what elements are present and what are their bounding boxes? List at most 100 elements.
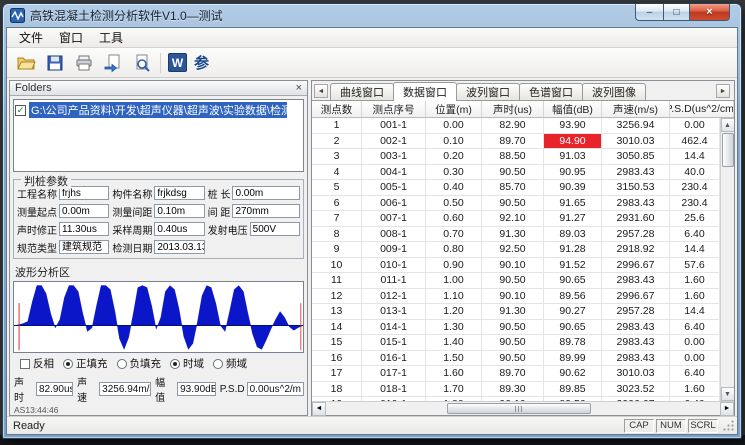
table-row[interactable]: 10010-10.9090.1091.522996.6757.6 [312, 258, 720, 274]
param-value-field[interactable]: frjkdsg [154, 186, 204, 200]
table-row[interactable]: 18018-11.7089.3089.853023.521.60 [312, 382, 720, 398]
horizontal-scroll-thumb[interactable] [447, 403, 590, 414]
menu-item-0[interactable]: 文件 [11, 28, 51, 47]
param-value-field[interactable]: 500V [250, 222, 300, 236]
tab-0[interactable]: 曲线窗口 [330, 83, 394, 100]
time-domain-label: 时域 [183, 356, 204, 371]
table-row[interactable]: 2002-10.1089.7094.903010.03462.4 [312, 134, 720, 150]
table-header-cell[interactable]: 声时(us) [482, 101, 544, 117]
param-value-field[interactable]: 11.30us [59, 222, 109, 236]
open-file-button[interactable] [15, 52, 37, 74]
table-row[interactable]: 12012-11.1090.1089.562996.671.60 [312, 289, 720, 305]
print-button[interactable] [73, 52, 95, 74]
table-row[interactable]: 6006-10.5090.5091.652983.43230.4 [312, 196, 720, 212]
table-row[interactable]: 16016-11.5090.5089.992983.430.00 [312, 351, 720, 367]
scroll-up-icon[interactable]: ▲ [721, 118, 735, 132]
table-row[interactable]: 17017-11.6089.7090.623010.036.40 [312, 366, 720, 382]
table-cell: 002-1 [362, 134, 426, 150]
param-value-field[interactable]: 0.00m [232, 186, 300, 200]
fill-negative-radio[interactable] [117, 359, 127, 369]
scroll-right-icon[interactable]: ► [720, 402, 734, 416]
param-field-2: 桩 长0.00m [208, 186, 300, 201]
tab-1[interactable]: 数据窗口 [393, 82, 457, 101]
tab-2[interactable]: 波列窗口 [456, 83, 520, 100]
table-row[interactable]: 5005-10.4085.7090.393150.53230.4 [312, 180, 720, 196]
table-row[interactable]: 14014-11.3090.5090.652983.436.40 [312, 320, 720, 336]
maximize-button[interactable]: □ [663, 4, 690, 21]
invert-label: 反相 [33, 356, 54, 371]
table-cell: 0.00 [670, 351, 720, 367]
readout-value-field[interactable]: 0.00us^2/m [247, 382, 304, 396]
tab-scroll-left-icon[interactable]: ◄ [314, 84, 328, 98]
tab-scroll-right-icon[interactable]: ► [716, 84, 730, 98]
scroll-left-icon[interactable]: ◄ [312, 402, 326, 416]
fill-positive-control[interactable]: 正填充 [63, 356, 108, 371]
table-cell: 89.70 [482, 134, 544, 150]
readout-value-field[interactable]: 93.90dB [177, 382, 216, 396]
table-row[interactable]: 11011-11.0090.5090.652983.431.60 [312, 273, 720, 289]
table-row[interactable]: 13013-11.2091.3090.272957.2814.4 [312, 304, 720, 320]
fill-positive-radio[interactable] [63, 359, 73, 369]
table-cell: 6 [312, 196, 362, 212]
invert-checkbox[interactable] [20, 359, 30, 369]
fill-negative-control[interactable]: 负填充 [117, 356, 162, 371]
tree-item-label[interactable]: G:\公司产品资料\开发\超声仪器\超声波\实验数据\检测时间cd\p003\p… [29, 102, 287, 118]
table-cell: 2983.43 [602, 165, 670, 181]
param-value-field[interactable]: 0.00m [59, 204, 109, 218]
scroll-down-icon[interactable]: ▼ [721, 387, 735, 401]
table-row[interactable]: 15015-11.4090.5089.782983.430.00 [312, 335, 720, 351]
print-preview-button[interactable] [131, 52, 153, 74]
table-cell: 007-1 [362, 211, 426, 227]
table-header-cell[interactable]: 位置(m) [426, 101, 482, 117]
table-header-cell[interactable]: P.S.D(us^2/cm) [670, 101, 734, 117]
table-cell: 0.00 [670, 118, 720, 134]
param-value-field[interactable]: 0.10m [154, 204, 204, 218]
table-header-cell[interactable]: 测点数 [312, 101, 362, 117]
readout-label: 声 速 [77, 374, 97, 404]
tab-4[interactable]: 波列图像 [582, 83, 646, 100]
resize-grip[interactable] [722, 419, 735, 432]
folders-close-icon[interactable]: × [296, 83, 302, 94]
time-domain-control[interactable]: 时域 [170, 356, 204, 371]
tree-item[interactable]: ✓ G:\公司产品资料\开发\超声仪器\超声波\实验数据\检测时间cd\p003… [15, 102, 302, 118]
parameters-button[interactable]: 参 [194, 52, 209, 73]
param-value-field[interactable]: 建筑规范 [59, 240, 109, 254]
table-header-cell[interactable]: 声速(m/s) [602, 101, 670, 117]
export-button[interactable] [102, 52, 124, 74]
horizontal-scrollbar[interactable]: ◄ ► [312, 401, 734, 415]
time-domain-radio[interactable] [170, 359, 180, 369]
param-value-field[interactable]: 2013.03.13 [154, 240, 204, 254]
checkbox-checked-icon[interactable]: ✓ [15, 105, 26, 116]
table-row[interactable]: 8008-10.7091.3089.032957.286.40 [312, 227, 720, 243]
titlebar[interactable]: 高铁混凝土检测分析软件V1.0—测试 – □ × [6, 4, 738, 27]
table-body: 1001-10.0082.9093.903256.940.002002-10.1… [312, 118, 734, 401]
table-header-cell[interactable]: 测点序号 [362, 101, 426, 117]
table-row[interactable]: 1001-10.0082.9093.903256.940.00 [312, 118, 720, 134]
freq-domain-control[interactable]: 频域 [213, 356, 247, 371]
menu-item-2[interactable]: 工具 [91, 28, 131, 47]
params-grid: 工程名称frjhs构件名称frjkdsg桩 长0.00m测量起点0.00m测量间… [17, 186, 300, 255]
table-row[interactable]: 7007-10.6092.1091.272931.6025.6 [312, 211, 720, 227]
table-row[interactable]: 9009-10.8092.5091.282918.9214.4 [312, 242, 720, 258]
freq-domain-radio[interactable] [213, 359, 223, 369]
table-cell: 3150.53 [602, 180, 670, 196]
table-row[interactable]: 3003-10.2088.5091.033050.8514.4 [312, 149, 720, 165]
vertical-scroll-thumb[interactable] [722, 133, 734, 167]
tab-3[interactable]: 色谱窗口 [519, 83, 583, 100]
waveform-chart[interactable] [13, 281, 304, 353]
pile-params-group: 判桩参数 工程名称frjhs构件名称frjkdsg桩 长0.00m测量起点0.0… [13, 179, 304, 259]
param-value-field[interactable]: 270mm [232, 204, 300, 218]
param-value-field[interactable]: 0.40us [154, 222, 204, 236]
readout-value-field[interactable]: 82.90us [36, 382, 73, 396]
table-header-cell[interactable]: 幅值(dB) [544, 101, 602, 117]
close-button[interactable]: × [690, 4, 730, 21]
vertical-scrollbar[interactable]: ▲ ▼ [720, 118, 734, 401]
readout-value-field[interactable]: 3256.94m/s [99, 382, 151, 396]
table-row[interactable]: 4004-10.3090.5090.952983.4340.0 [312, 165, 720, 181]
menu-item-1[interactable]: 窗口 [51, 28, 91, 47]
word-export-button[interactable]: W [168, 53, 187, 72]
invert-control[interactable]: 反相 [20, 356, 54, 371]
save-button[interactable] [44, 52, 66, 74]
minimize-button[interactable]: – [635, 4, 663, 21]
toolbar-separator [160, 53, 161, 73]
